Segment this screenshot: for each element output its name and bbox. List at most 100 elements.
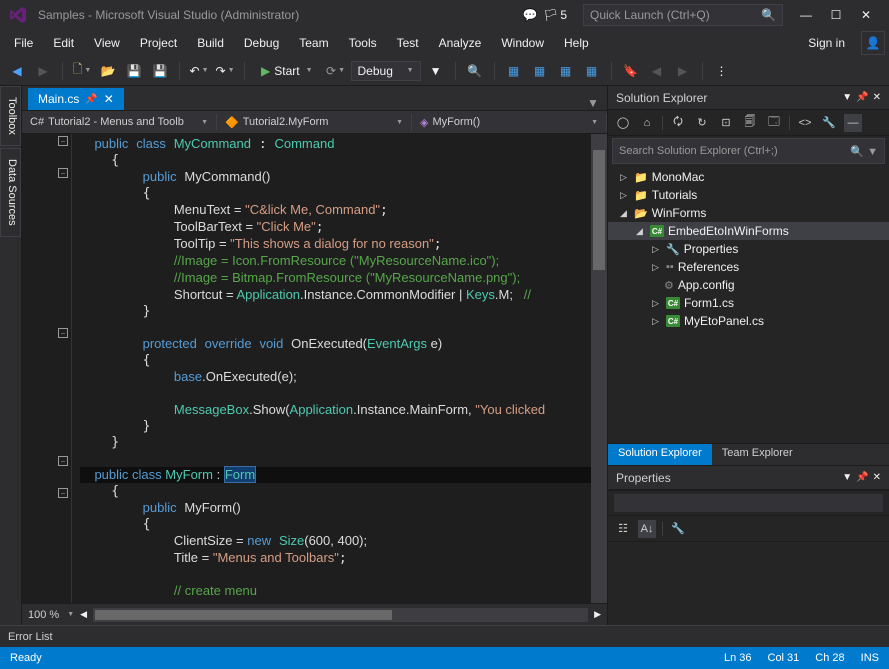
minimize-button[interactable]: — (791, 4, 821, 26)
filter-icon[interactable]: — (844, 114, 862, 132)
menu-debug[interactable]: Debug (234, 32, 289, 54)
quick-launch-input[interactable]: Quick Launch (Ctrl+Q) 🔍 (583, 4, 783, 26)
tree-item-embedeto[interactable]: ◢C#EmbedEtoInWinForms (608, 222, 889, 240)
signin-link[interactable]: Sign in (798, 32, 855, 54)
next-bookmark-button[interactable]: ▶ (672, 60, 694, 82)
nav-fwd-button[interactable]: ▶ (32, 60, 54, 82)
alphabetize-icon[interactable]: A↓ (638, 520, 656, 538)
tree-item-appconfig[interactable]: ⚙App.config (608, 276, 889, 294)
browser-button[interactable]: ⟳▼ (325, 60, 347, 82)
outdent-button[interactable]: ▦ (581, 60, 603, 82)
pin-icon[interactable]: 📌 (85, 94, 97, 105)
horizontal-scrollbar[interactable] (93, 608, 588, 622)
start-debug-button[interactable]: ▶Start▼ (253, 62, 321, 80)
code-editor[interactable]: − − − − − public class MyCommand : Comma… (22, 134, 607, 603)
fold-marker[interactable]: − (58, 456, 68, 466)
toolbar-overflow[interactable]: ⋮ (711, 60, 733, 82)
feedback-icon[interactable]: 💬 (517, 2, 543, 28)
config-dropdown[interactable]: Debug▼ (351, 61, 421, 81)
save-all-button[interactable]: 💾 (149, 60, 171, 82)
properties-grid[interactable] (608, 542, 889, 625)
undo-button[interactable]: ↶▼ (188, 60, 210, 82)
error-list-tab[interactable]: Error List (0, 625, 889, 647)
tree-item-monomac[interactable]: ▷📁MonoMac (608, 168, 889, 186)
fold-marker[interactable]: − (58, 136, 68, 146)
tab-team-explorer[interactable]: Team Explorer (712, 444, 803, 465)
panel-pin-button[interactable]: 📌 (856, 92, 868, 103)
property-pages-icon[interactable]: 🔧 (669, 520, 687, 538)
tree-item-form1[interactable]: ▷C#Form1.cs (608, 294, 889, 312)
menu-team[interactable]: Team (289, 32, 338, 54)
home-icon[interactable]: ⌂ (638, 114, 656, 132)
user-icon[interactable]: 👤 (861, 31, 885, 55)
code-content[interactable]: public class MyCommand : Command { publi… (72, 134, 591, 603)
menu-test[interactable]: Test (387, 32, 429, 54)
menu-help[interactable]: Help (554, 32, 599, 54)
sync-icon[interactable]: 🗘 (669, 114, 687, 132)
tab-solution-explorer[interactable]: Solution Explorer (608, 444, 712, 465)
open-file-button[interactable]: 📂 (97, 60, 119, 82)
nav-project-dropdown[interactable]: C#Tutorial2 - Menus and Toolb▼ (22, 114, 217, 130)
indent-button[interactable]: ▦ (555, 60, 577, 82)
panel-pin-button[interactable]: 📌 (856, 472, 868, 483)
panel-close-button[interactable]: ✕ (873, 472, 881, 483)
tree-item-references[interactable]: ▷▪▪References (608, 258, 889, 276)
close-tab-icon[interactable]: ✕ (104, 92, 114, 106)
fold-marker[interactable]: − (58, 328, 68, 338)
refresh-icon[interactable]: ↻ (693, 114, 711, 132)
categorize-icon[interactable]: ☷ (614, 520, 632, 538)
close-button[interactable]: ✕ (851, 4, 881, 26)
new-project-button[interactable]: 🗋▼ (71, 60, 93, 82)
menu-analyze[interactable]: Analyze (429, 32, 492, 54)
comment-button[interactable]: ▦ (503, 60, 525, 82)
toolbox-tab[interactable]: Toolbox (0, 86, 21, 146)
tree-item-properties[interactable]: ▷🔧Properties (608, 240, 889, 258)
notifications-icon[interactable]: 🏳 5 (543, 8, 567, 22)
fold-marker[interactable]: − (58, 168, 68, 178)
menu-project[interactable]: Project (130, 32, 187, 54)
platform-dropdown[interactable]: ▼ (425, 60, 447, 82)
find-in-files-button[interactable]: 🔍 (464, 60, 486, 82)
maximize-button[interactable]: ☐ (821, 4, 851, 26)
prev-bookmark-button[interactable]: ◀ (646, 60, 668, 82)
data-sources-tab[interactable]: Data Sources (0, 148, 21, 237)
redo-button[interactable]: ↷▼ (214, 60, 236, 82)
hscroll-right-button[interactable]: ▶ (594, 609, 601, 620)
tree-item-winforms[interactable]: ◢📂WinForms (608, 204, 889, 222)
vertical-scrollbar[interactable] (591, 134, 607, 603)
uncomment-button[interactable]: ▦ (529, 60, 551, 82)
code-gutter[interactable]: − − − − − (22, 134, 72, 603)
solution-tree[interactable]: ▷📁MonoMac ▷📁Tutorials ◢📂WinForms ◢C#Embe… (608, 166, 889, 443)
bookmark-button[interactable]: 🔖 (620, 60, 642, 82)
preview-icon[interactable]: <> (796, 114, 814, 132)
menu-tools[interactable]: Tools (339, 32, 387, 54)
menu-build[interactable]: Build (187, 32, 234, 54)
menu-edit[interactable]: Edit (43, 32, 84, 54)
panel-menu-button[interactable]: ▼ (842, 92, 852, 103)
tree-item-tutorials[interactable]: ▷📁Tutorials (608, 186, 889, 204)
save-button[interactable]: 💾 (123, 60, 145, 82)
menu-file[interactable]: File (4, 32, 43, 54)
config-label: Debug (358, 64, 393, 78)
nav-class-dropdown[interactable]: 🔶Tutorial2.MyForm▼ (217, 114, 412, 131)
tree-item-myetopanel[interactable]: ▷C#MyEtoPanel.cs (608, 312, 889, 330)
menu-window[interactable]: Window (491, 32, 554, 54)
panel-close-button[interactable]: ✕ (873, 92, 881, 103)
doc-dropdown-button[interactable]: ▼ (587, 96, 607, 110)
collapse-icon[interactable]: ⊡ (717, 114, 735, 132)
document-tab-main[interactable]: Main.cs 📌 ✕ (28, 88, 124, 110)
show-all-icon[interactable]: 🗐 (741, 114, 759, 132)
fold-marker[interactable]: − (58, 488, 68, 498)
panel-menu-button[interactable]: ▼ (842, 472, 852, 483)
zoom-level[interactable]: 100 % (28, 609, 59, 621)
solution-search-input[interactable]: Search Solution Explorer (Ctrl+;) 🔍 ▼ (612, 138, 885, 164)
back-icon[interactable]: ◯ (614, 114, 632, 132)
properties-icon[interactable]: 🗔 (765, 114, 783, 132)
nav-back-button[interactable]: ◀ (6, 60, 28, 82)
wrench-icon[interactable]: 🔧 (820, 114, 838, 132)
menu-view[interactable]: View (84, 32, 130, 54)
hscroll-left-button[interactable]: ◀ (80, 609, 87, 620)
search-icon: 🔍 ▼ (850, 145, 878, 158)
nav-member-dropdown[interactable]: ◈MyForm()▼ (412, 114, 607, 131)
editor-footer: 100 %▼ ◀ ▶ (22, 603, 607, 625)
